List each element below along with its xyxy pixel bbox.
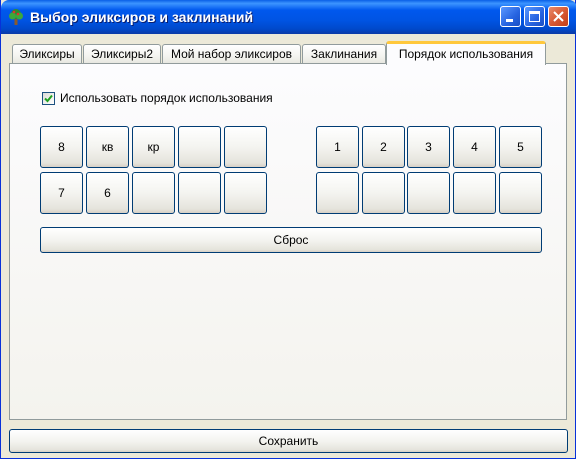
checkmark-icon	[44, 94, 53, 103]
order-slot-left[interactable]	[178, 172, 221, 214]
order-slot-right[interactable]	[453, 172, 496, 214]
close-icon	[553, 11, 564, 22]
order-slot-left[interactable]: 6	[86, 172, 129, 214]
order-slot-left[interactable]	[224, 172, 267, 214]
minimize-icon	[506, 19, 513, 22]
order-slot-left[interactable]	[132, 172, 175, 214]
tab-elixirs2[interactable]: Эликсиры2	[83, 44, 161, 64]
order-slot-right[interactable]	[499, 172, 542, 214]
use-order-label[interactable]: Использовать порядок использования	[60, 91, 273, 105]
dialog-window: Выбор эликсиров и заклинаний Эликсиры Эл…	[0, 0, 576, 459]
order-slot-right[interactable]	[316, 172, 359, 214]
window-title: Выбор эликсиров и заклинаний	[30, 9, 254, 25]
tab-usage-order[interactable]: Порядок использования	[386, 41, 546, 65]
order-slot-right[interactable]: 3	[407, 126, 450, 168]
maximize-button[interactable]	[524, 6, 545, 27]
tab-spells[interactable]: Заклинания	[302, 44, 386, 64]
order-slot-right[interactable]: 1	[316, 126, 359, 168]
save-button[interactable]: Сохранить	[9, 429, 568, 453]
use-order-checkbox[interactable]	[42, 92, 55, 105]
order-slot-left[interactable]: кр	[132, 126, 175, 168]
tab-my-elixir-set[interactable]: Мой набор эликсиров	[162, 44, 301, 64]
order-slot-left[interactable]	[224, 126, 267, 168]
reset-button[interactable]: Сброс	[40, 227, 542, 253]
order-slot-left[interactable]	[178, 126, 221, 168]
order-slot-left[interactable]: 8	[40, 126, 83, 168]
minimize-button[interactable]	[500, 6, 521, 27]
order-slot-right[interactable]: 5	[499, 126, 542, 168]
tree-icon	[7, 8, 25, 26]
close-button[interactable]	[548, 6, 569, 27]
title-bar[interactable]: Выбор эликсиров и заклинаний	[1, 0, 576, 34]
order-slot-right[interactable]	[407, 172, 450, 214]
order-slot-left[interactable]: кв	[86, 126, 129, 168]
order-slot-left[interactable]: 7	[40, 172, 83, 214]
order-slot-right[interactable]	[362, 172, 405, 214]
order-slot-right[interactable]: 4	[453, 126, 496, 168]
maximize-icon	[529, 11, 540, 22]
tab-elixirs[interactable]: Эликсиры	[12, 44, 82, 64]
order-slot-right[interactable]: 2	[362, 126, 405, 168]
